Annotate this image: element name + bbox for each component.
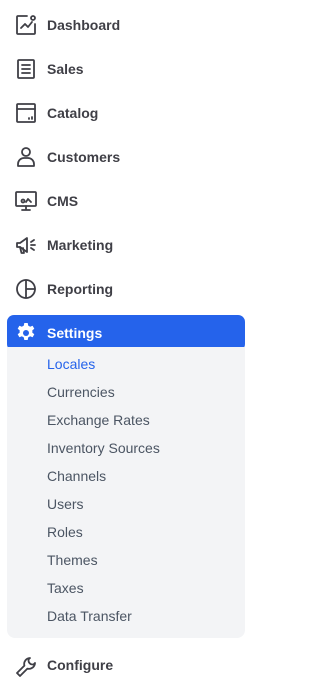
- nav-label-cms: CMS: [47, 193, 79, 209]
- submenu-item-taxes[interactable]: Taxes: [47, 578, 84, 598]
- nav-label-reporting: Reporting: [47, 281, 114, 297]
- submenu-item-roles[interactable]: Roles: [47, 522, 83, 542]
- nav-item-settings[interactable]: Settings: [7, 315, 245, 351]
- nav-item-marketing[interactable]: Marketing: [7, 227, 245, 263]
- nav-item-sales[interactable]: Sales: [7, 51, 245, 87]
- submenu-item-locales[interactable]: Locales: [47, 354, 95, 374]
- nav-item-catalog[interactable]: Catalog: [7, 95, 245, 131]
- monitor-icon: [14, 189, 38, 213]
- user-icon: [14, 145, 38, 169]
- nav-label-catalog: Catalog: [47, 105, 99, 121]
- nav-item-customers[interactable]: Customers: [7, 139, 245, 175]
- nav-label-marketing: Marketing: [47, 237, 114, 253]
- nav-label-configure: Configure: [47, 657, 114, 673]
- receipt-icon: [14, 57, 38, 81]
- catalog-box-icon: [14, 101, 38, 125]
- dashboard-chart-icon: [14, 13, 38, 37]
- settings-submenu: Locales Currencies Exchange Rates Invent…: [7, 347, 245, 638]
- gear-icon: [14, 321, 38, 345]
- submenu-item-data-transfer[interactable]: Data Transfer: [47, 606, 132, 626]
- nav-item-dashboard[interactable]: Dashboard: [7, 7, 245, 43]
- wrench-icon: [14, 653, 38, 677]
- nav-item-configure[interactable]: Configure: [7, 647, 245, 682]
- submenu-item-exchange-rates[interactable]: Exchange Rates: [47, 410, 150, 430]
- megaphone-icon: [14, 233, 38, 257]
- submenu-item-users[interactable]: Users: [47, 494, 84, 514]
- submenu-item-inventory-sources[interactable]: Inventory Sources: [47, 438, 160, 458]
- submenu-item-currencies[interactable]: Currencies: [47, 382, 115, 402]
- nav-item-cms[interactable]: CMS: [7, 183, 245, 219]
- nav-label-sales: Sales: [47, 61, 84, 77]
- sidebar-nav: Dashboard Sales Catalog Customers CMS Ma…: [0, 0, 253, 682]
- nav-label-settings: Settings: [47, 325, 103, 341]
- pie-chart-icon: [14, 277, 38, 301]
- nav-label-dashboard: Dashboard: [47, 17, 121, 33]
- nav-label-customers: Customers: [47, 149, 121, 165]
- submenu-item-channels[interactable]: Channels: [47, 466, 106, 486]
- nav-item-reporting[interactable]: Reporting: [7, 271, 245, 307]
- submenu-item-themes[interactable]: Themes: [47, 550, 98, 570]
